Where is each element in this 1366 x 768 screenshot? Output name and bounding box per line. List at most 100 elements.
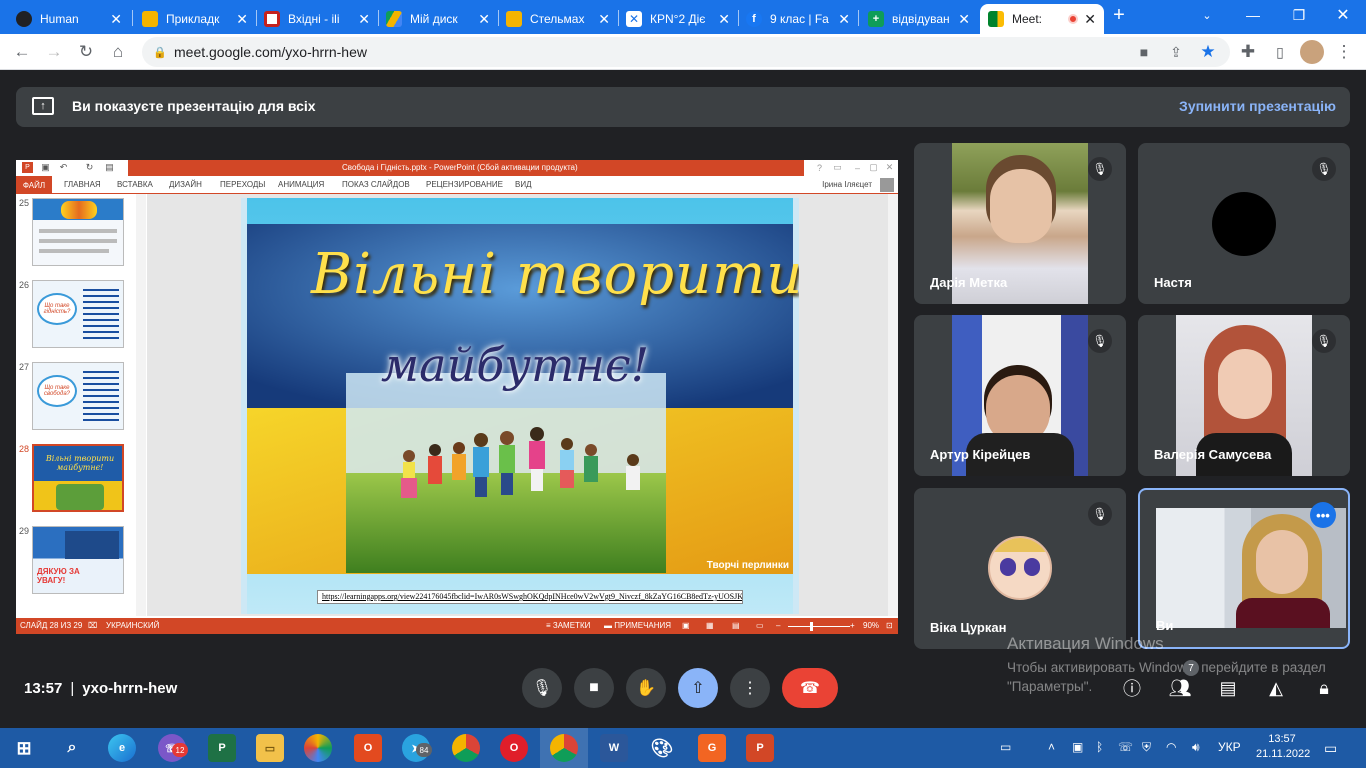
- notifications-icon[interactable]: ▭: [1324, 740, 1337, 757]
- ribbon-tab-file[interactable]: ФАЙЛ: [16, 176, 52, 194]
- url-text[interactable]: meet.google.com/yxo-hrrn-hew: [174, 44, 367, 60]
- ribbon-tab-design[interactable]: ДИЗАЙН: [169, 180, 202, 189]
- file-explorer-icon[interactable]: ▭: [256, 734, 284, 762]
- normal-view-icon[interactable]: ▣: [682, 621, 690, 630]
- browser-tab[interactable]: Мій диск ✕: [378, 4, 498, 34]
- undo-icon[interactable]: ↶: [58, 162, 69, 173]
- zoom-level[interactable]: 90%: [863, 621, 879, 630]
- slide-thumbnail[interactable]: ДЯКУЮ ЗА УВАГУ!: [32, 526, 124, 594]
- browser-tab[interactable]: Human ✕: [8, 4, 130, 34]
- bluetooth-icon[interactable]: ᛒ: [1096, 740, 1103, 754]
- save-icon[interactable]: ▣: [40, 162, 51, 173]
- browser-tab[interactable]: Стельмах ✕: [498, 4, 618, 34]
- close-tab-icon[interactable]: ✕: [1084, 11, 1096, 28]
- thumbnail-scrollbar[interactable]: [136, 194, 146, 616]
- close-tab-icon[interactable]: ✕: [718, 11, 730, 28]
- close-tab-icon[interactable]: ✕: [838, 11, 850, 28]
- viber-tray-icon[interactable]: ☏: [1118, 740, 1133, 754]
- participant-tile[interactable]: 🎙︎ Віка Цуркан: [914, 488, 1126, 649]
- reading-view-icon[interactable]: ▤: [732, 621, 740, 630]
- side-panel-icon[interactable]: ▯: [1268, 40, 1292, 64]
- chrome-icon[interactable]: [452, 734, 480, 762]
- ribbon-tab-animation[interactable]: АНИМАЦИЯ: [278, 180, 324, 189]
- ribbon-tab-transitions[interactable]: ПЕРЕХОДЫ: [220, 180, 265, 189]
- photos-icon[interactable]: [304, 734, 332, 762]
- participant-tile[interactable]: 🎙︎ Артур Кірейцев: [914, 315, 1126, 476]
- more-options-button[interactable]: ⋮: [730, 668, 770, 708]
- address-bar[interactable]: 🔒 meet.google.com/yxo-hrrn-hew ■ ⇪ ★: [142, 37, 1230, 67]
- bookmark-star-icon[interactable]: ★: [1198, 42, 1218, 62]
- security-icon[interactable]: ⛨: [1142, 740, 1151, 755]
- edge-icon[interactable]: e: [108, 734, 136, 762]
- ribbon-tab-view[interactable]: ВИД: [515, 180, 532, 189]
- office-icon[interactable]: O: [354, 734, 382, 762]
- slide-thumbnail-selected[interactable]: Вільні творити майбутнє!: [32, 444, 124, 512]
- slide-scrollbar[interactable]: [888, 194, 898, 616]
- meeting-details-icon[interactable]: ⓘ: [1116, 672, 1148, 704]
- menu-dots-icon[interactable]: ⋮: [1332, 40, 1356, 64]
- help-icon[interactable]: ?: [814, 162, 825, 173]
- participant-tile-self[interactable]: ••• Ви: [1138, 488, 1350, 649]
- leave-call-button[interactable]: ☎: [782, 668, 838, 708]
- chat-icon[interactable]: ▤: [1212, 672, 1244, 704]
- people-icon[interactable]: 👥︎: [1164, 672, 1196, 704]
- ribbon-tab-home[interactable]: ГЛАВНАЯ: [64, 180, 101, 189]
- notes-button[interactable]: ≡ ЗАМЕТКИ: [546, 621, 590, 630]
- word-icon[interactable]: W: [600, 734, 628, 762]
- paint-icon[interactable]: 🎨︎: [648, 734, 676, 762]
- search-icon[interactable]: ⌕: [58, 734, 86, 762]
- extensions-icon[interactable]: ✚: [1236, 40, 1260, 64]
- slide-thumbnail[interactable]: [32, 198, 124, 266]
- camera-button[interactable]: ■: [574, 668, 614, 708]
- pdf-icon[interactable]: G: [698, 734, 726, 762]
- close-tab-icon[interactable]: ✕: [958, 11, 970, 28]
- redo-icon[interactable]: ↻: [84, 162, 95, 173]
- system-clock[interactable]: 13:57 21.11.2022: [1256, 732, 1310, 762]
- stop-presenting-button[interactable]: Зупинити презентацію: [1179, 98, 1336, 114]
- close-tab-icon[interactable]: ✕: [110, 11, 122, 28]
- camera-tray-icon[interactable]: ▣: [1072, 740, 1083, 754]
- language-indicator[interactable]: УКРАИНСКИЙ: [106, 621, 159, 630]
- powerpoint-icon[interactable]: P: [746, 734, 774, 762]
- zoom-slider[interactable]: [788, 626, 850, 627]
- restore-icon[interactable]: ▢: [868, 162, 879, 173]
- home-icon[interactable]: ⌂: [106, 40, 130, 64]
- slideshow-icon[interactable]: ▭: [756, 621, 764, 630]
- new-tab-button[interactable]: +: [1104, 0, 1134, 30]
- chrome-active-icon[interactable]: [550, 734, 578, 762]
- close-window-icon[interactable]: ✕: [1320, 0, 1366, 30]
- ribbon-tab-slideshow[interactable]: ПОКАЗ СЛАЙДОВ: [342, 180, 410, 189]
- publisher-icon[interactable]: P: [208, 734, 236, 762]
- close-icon[interactable]: ✕: [884, 162, 895, 173]
- zoom-slider-thumb[interactable]: [810, 622, 813, 631]
- zoom-in-icon[interactable]: +: [850, 621, 855, 630]
- participant-tile[interactable]: 🎙︎ Настя: [1138, 143, 1350, 304]
- back-icon[interactable]: ←: [10, 40, 34, 64]
- close-tab-icon[interactable]: ✕: [358, 11, 370, 28]
- browser-tab[interactable]: Прикладк ✕: [134, 4, 256, 34]
- slide-thumbnail[interactable]: Що таке гідність?: [32, 280, 124, 348]
- current-slide[interactable]: Вільні творити майбутнє! Творчі перлинки…: [241, 198, 799, 614]
- slide-sorter-icon[interactable]: ▦: [706, 621, 714, 630]
- present-now-button[interactable]: ⇧: [678, 668, 718, 708]
- ribbon-tab-insert[interactable]: ВСТАВКА: [117, 180, 153, 189]
- activities-icon[interactable]: ◭: [1260, 672, 1292, 704]
- minimize-icon[interactable]: —: [1230, 0, 1276, 30]
- minimize-icon[interactable]: –: [852, 162, 863, 173]
- spellcheck-icon[interactable]: ⌧: [88, 621, 97, 630]
- ribbon-options-icon[interactable]: ▭: [832, 162, 843, 173]
- ribbon-tab-review[interactable]: РЕЦЕНЗИРОВАНИЕ: [426, 180, 503, 189]
- wifi-icon[interactable]: ◠: [1166, 740, 1176, 754]
- fit-slide-icon[interactable]: ⊡: [886, 621, 893, 630]
- share-icon[interactable]: ⇪: [1166, 42, 1186, 62]
- camera-icon[interactable]: ■: [1134, 42, 1154, 62]
- participant-tile[interactable]: 🎙︎ Валерія Самусева: [1138, 315, 1350, 476]
- tray-expand-icon[interactable]: ˄: [1048, 740, 1055, 754]
- participant-tile[interactable]: 🎙︎ Дарія Метка: [914, 143, 1126, 304]
- touch-keyboard-icon[interactable]: ▭: [1000, 740, 1011, 754]
- raise-hand-button[interactable]: ✋: [626, 668, 666, 708]
- close-tab-icon[interactable]: ✕: [598, 11, 610, 28]
- lock-icon[interactable]: 🔒: [150, 42, 170, 62]
- ppt-user-name[interactable]: Ірина Іляєцет: [822, 180, 872, 189]
- close-tab-icon[interactable]: ✕: [236, 11, 248, 28]
